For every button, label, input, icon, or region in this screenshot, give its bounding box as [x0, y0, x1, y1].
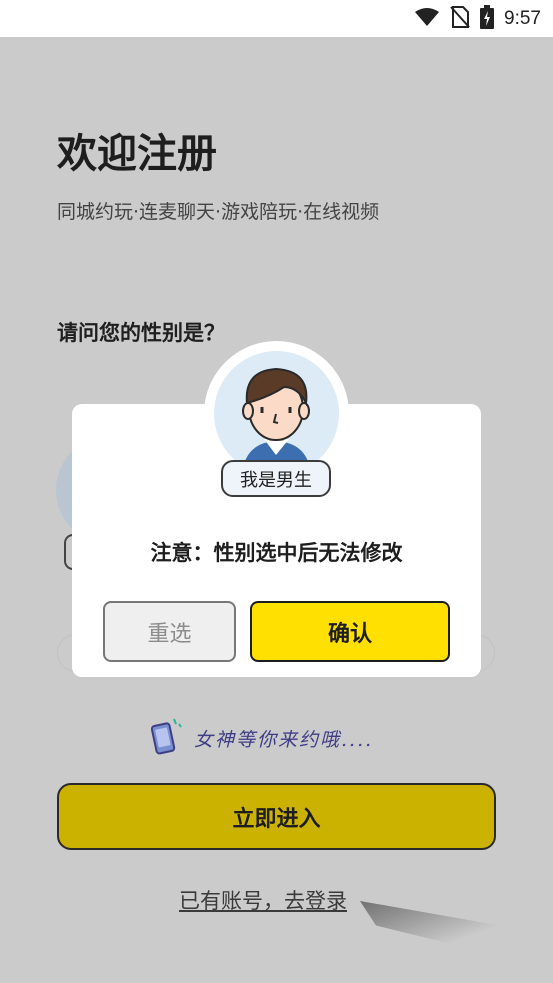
- confirm-button[interactable]: 确认: [250, 601, 450, 662]
- status-icons: 9:57: [414, 4, 541, 33]
- reselect-button[interactable]: 重选: [103, 601, 236, 662]
- male-gender-tag: 我是男生: [221, 460, 331, 497]
- no-sim-icon: [450, 5, 470, 32]
- hint-row: 女神等你来约哦....: [148, 715, 373, 761]
- status-time: 9:57: [504, 7, 541, 29]
- battery-charging-icon: [480, 4, 495, 33]
- gender-question: 请问您的性别是？: [57, 321, 225, 345]
- page-title: 欢迎注册: [57, 131, 217, 177]
- hint-text: 女神等你来约哦....: [194, 728, 374, 751]
- wifi-icon: [414, 7, 440, 31]
- enter-button[interactable]: 立即进入: [57, 783, 496, 850]
- phone-icon: [148, 716, 182, 760]
- male-avatar-icon: [214, 351, 339, 476]
- swipe-gesture-hint: [360, 901, 520, 957]
- page-subtitle: 同城约玩·连麦聊天·游戏陪玩·在线视频: [57, 201, 380, 223]
- dialog-notice: 注意：性别选中后无法修改: [150, 541, 403, 565]
- login-link[interactable]: 已有账号，去登录: [179, 885, 347, 915]
- status-bar: 9:57: [0, 0, 553, 37]
